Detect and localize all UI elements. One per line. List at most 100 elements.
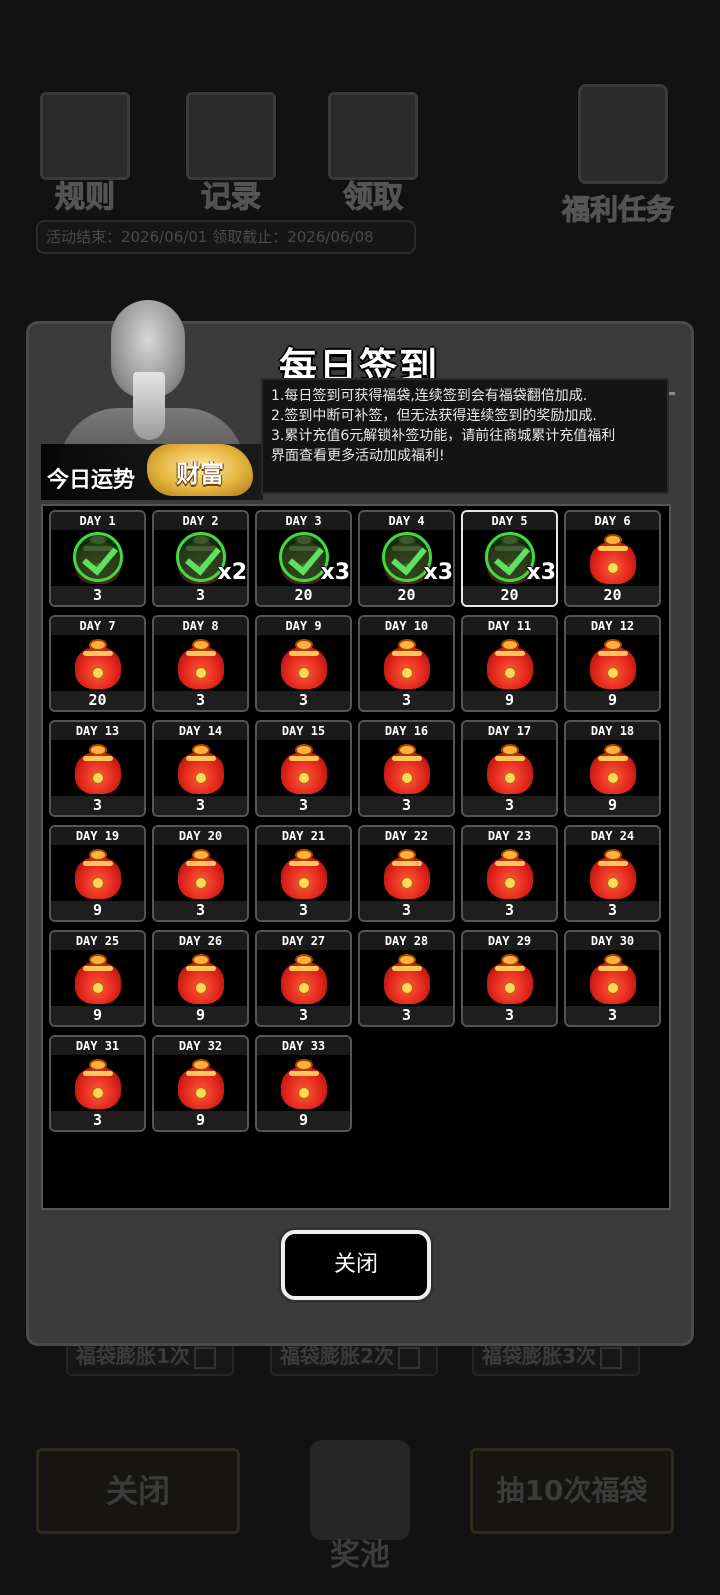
close-button[interactable]: 关闭 [281, 1230, 431, 1300]
welfare-task-button[interactable]: 福利任务 [548, 80, 688, 230]
day-cell[interactable]: DAY 33 9 [255, 1035, 352, 1132]
day-cell[interactable]: DAY 9 3 [255, 615, 352, 712]
reward-area [360, 845, 453, 901]
bag-knot [501, 849, 519, 861]
portrait-beard [133, 372, 165, 440]
reward-amount: 20 [257, 586, 350, 605]
day-cell[interactable]: DAY 2 x2 3 [152, 510, 249, 607]
day-cell[interactable]: DAY 8 3 [152, 615, 249, 712]
day-cell[interactable]: DAY 3 x3 20 [255, 510, 352, 607]
reward-area [257, 740, 350, 796]
day-label: DAY 32 [154, 1037, 247, 1055]
records-button[interactable]: 记录 [176, 92, 286, 216]
day-label: DAY 12 [566, 617, 659, 635]
day-label: DAY 11 [463, 617, 556, 635]
bag-rope [83, 651, 113, 656]
reward-amount: 3 [51, 796, 144, 815]
day-cell[interactable]: DAY 17 3 [461, 720, 558, 817]
day-cell[interactable]: DAY 13 3 [49, 720, 146, 817]
claim-icon [328, 92, 418, 180]
day-cell[interactable]: DAY 24 3 [564, 825, 661, 922]
day-label: DAY 24 [566, 827, 659, 845]
lucky-bag-icon [281, 639, 327, 689]
draw-10-button[interactable]: 抽10次福袋 [470, 1448, 674, 1534]
bag-coin [298, 772, 310, 784]
day-cell[interactable]: DAY 28 3 [358, 930, 455, 1027]
day-label: DAY 14 [154, 722, 247, 740]
day-cell[interactable]: DAY 14 3 [152, 720, 249, 817]
day-label: DAY 26 [154, 932, 247, 950]
day-cell[interactable]: DAY 22 3 [358, 825, 455, 922]
rules-button[interactable]: 规则 [30, 92, 140, 216]
day-cell[interactable]: DAY 10 3 [358, 615, 455, 712]
day-cell[interactable]: DAY 23 3 [461, 825, 558, 922]
day-cell[interactable]: DAY 30 3 [564, 930, 661, 1027]
bag-knot [89, 744, 107, 756]
day-cell[interactable]: DAY 19 9 [49, 825, 146, 922]
day-cell[interactable]: DAY 20 3 [152, 825, 249, 922]
records-label: 记录 [201, 180, 262, 216]
reward-amount: 3 [360, 796, 453, 815]
bag-rope [495, 756, 525, 761]
day-label: DAY 3 [257, 512, 350, 530]
day-cell[interactable]: DAY 15 3 [255, 720, 352, 817]
reward-area [566, 635, 659, 691]
day-label: DAY 13 [51, 722, 144, 740]
lucky-bag-icon [384, 954, 430, 1004]
bag-rope [598, 861, 628, 866]
prize-pool-label: 奖池 [330, 1538, 390, 1573]
lucky-bag-icon [75, 639, 121, 689]
day-label: DAY 28 [360, 932, 453, 950]
bag-knot [295, 954, 313, 966]
day-cell[interactable]: DAY 11 9 [461, 615, 558, 712]
bag-coin [195, 1087, 207, 1099]
bag-coin [195, 772, 207, 784]
multiplier-badge: x3 [423, 560, 454, 585]
signin-grid-panel[interactable]: DAY 1 3 DAY 2 x2 3 DAY 3 x3 20 DAY 4 x3 20 DAY 5 x3 2… [41, 504, 671, 1210]
reward-amount: 20 [566, 586, 659, 605]
bag-knot [501, 744, 519, 756]
day-cell[interactable]: DAY 5 x3 20 [461, 510, 558, 607]
reward-area [154, 1055, 247, 1111]
day-cell[interactable]: DAY 21 3 [255, 825, 352, 922]
bag-knot [501, 954, 519, 966]
bottom-close-button[interactable]: 关闭 [36, 1448, 240, 1534]
lucky-bag-icon [384, 849, 430, 899]
day-cell[interactable]: DAY 31 3 [49, 1035, 146, 1132]
day-cell[interactable]: DAY 27 3 [255, 930, 352, 1027]
bag-rope [289, 651, 319, 656]
day-cell[interactable]: DAY 26 9 [152, 930, 249, 1027]
bag-rope [186, 756, 216, 761]
reward-area [566, 530, 659, 586]
day-label: DAY 19 [51, 827, 144, 845]
day-cell[interactable]: DAY 7 20 [49, 615, 146, 712]
day-label: DAY 27 [257, 932, 350, 950]
day-cell[interactable]: DAY 6 20 [564, 510, 661, 607]
bag-rope [392, 651, 422, 656]
lucky-bag-icon [590, 849, 636, 899]
reward-area [566, 740, 659, 796]
day-cell[interactable]: DAY 12 9 [564, 615, 661, 712]
activity-dates: 活动结束：2026/06/01 领取截止：2026/06/08 [36, 220, 416, 254]
day-label: DAY 2 [154, 512, 247, 530]
bag-coin [92, 772, 104, 784]
day-cell[interactable]: DAY 4 x3 20 [358, 510, 455, 607]
reward-area [51, 950, 144, 1006]
bag-rope [83, 1071, 113, 1076]
day-cell[interactable]: DAY 25 9 [49, 930, 146, 1027]
claim-button[interactable]: 领取 [318, 92, 428, 216]
day-label: DAY 31 [51, 1037, 144, 1055]
checkbox-icon [397, 1346, 420, 1369]
day-cell[interactable]: DAY 16 3 [358, 720, 455, 817]
day-cell[interactable]: DAY 18 9 [564, 720, 661, 817]
bag-coin [607, 562, 619, 574]
day-label: DAY 20 [154, 827, 247, 845]
reward-area [360, 635, 453, 691]
reward-area [463, 845, 556, 901]
reward-amount: 9 [51, 901, 144, 920]
day-cell[interactable]: DAY 32 9 [152, 1035, 249, 1132]
day-cell[interactable]: DAY 29 3 [461, 930, 558, 1027]
day-cell[interactable]: DAY 1 3 [49, 510, 146, 607]
prize-pool-button[interactable]: 奖池 [285, 1430, 435, 1580]
reward-amount: 3 [154, 691, 247, 710]
